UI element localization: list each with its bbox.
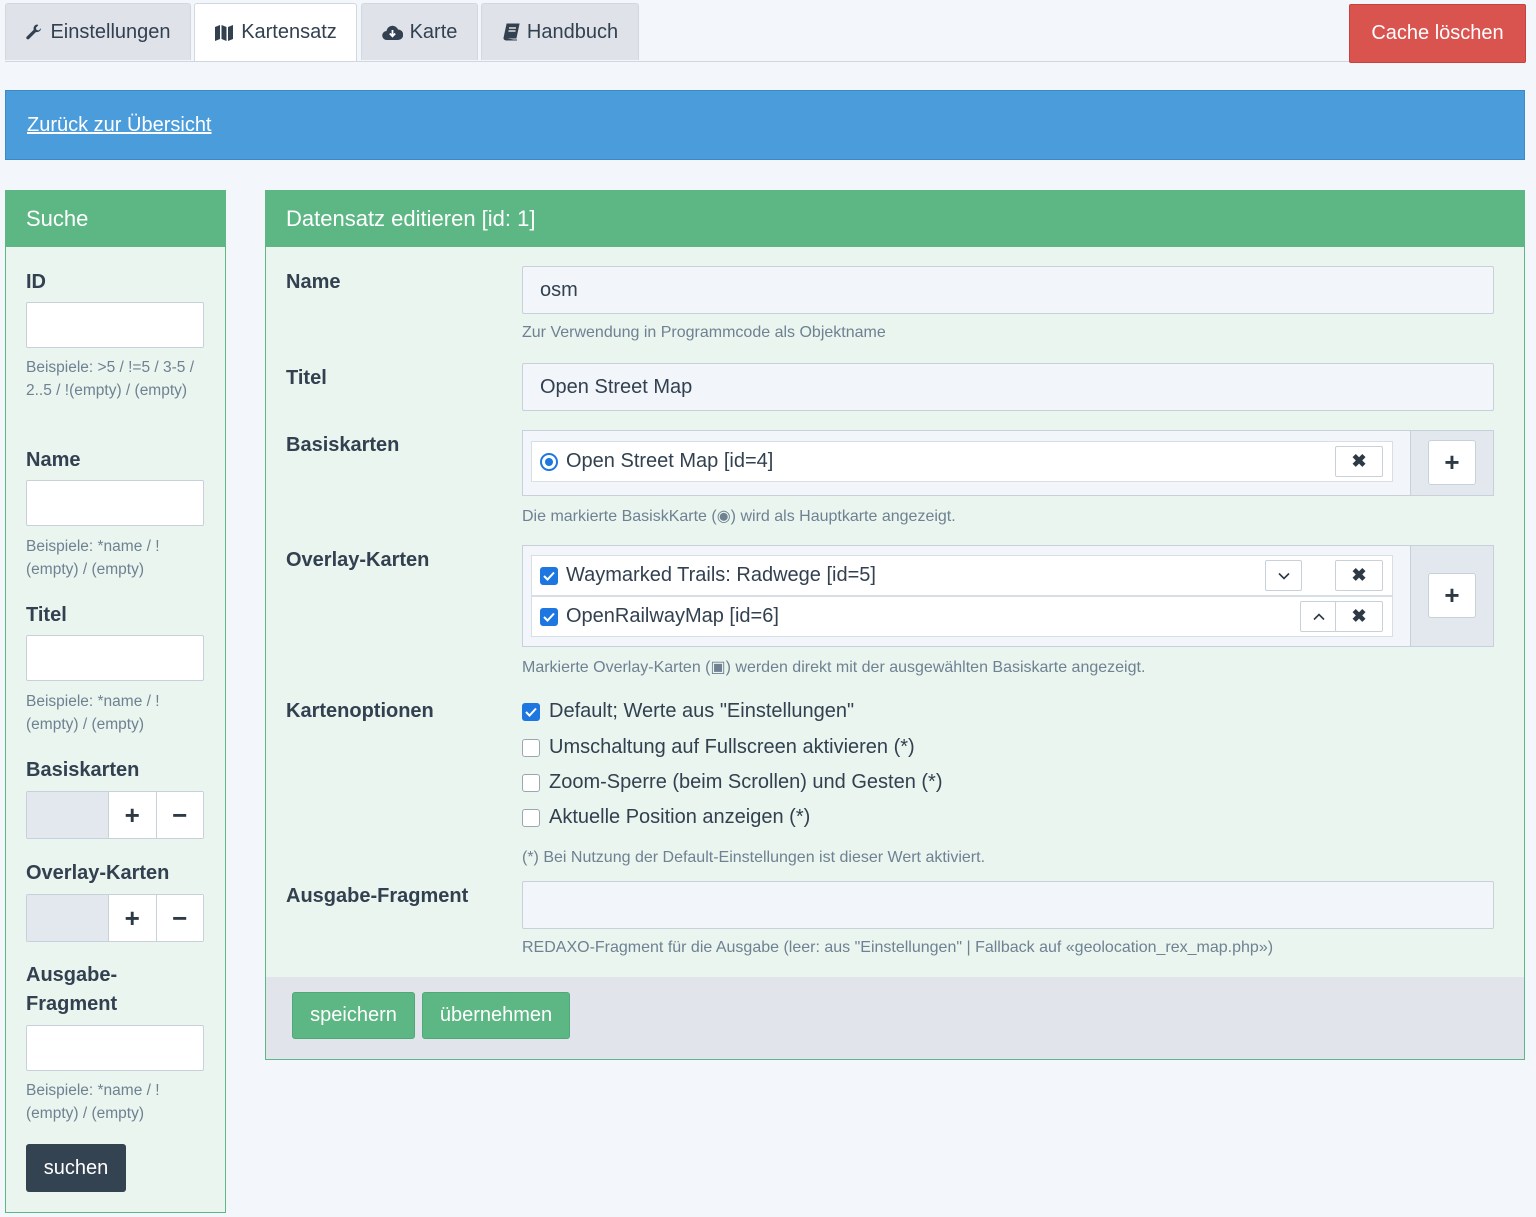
basiskarten-list: Open Street Map [id=4] ✖ (522, 430, 1410, 496)
tab-label: Karte (409, 20, 458, 43)
option-checkbox[interactable] (522, 773, 540, 792)
wrench-icon (25, 23, 43, 41)
search-fragment-help: Beispiele: *name / !(empty) / (empty) (26, 1082, 160, 1122)
overlay-list: Waymarked Trails: Radwege [id=5] ✖ OpenR… (522, 545, 1410, 647)
option-checkbox[interactable] (522, 702, 540, 721)
basiskarten-item: Open Street Map [id=4] ✖ (531, 441, 1393, 482)
form-footer: speichern übernehmen (266, 977, 1524, 1059)
apply-button[interactable]: übernehmen (422, 992, 570, 1039)
search-titel-help: Beispiele: *name / !(empty) / (empty) (26, 693, 160, 733)
tab-karte[interactable]: Karte (361, 3, 478, 60)
name-help: Zur Verwendung in Programmcode als Objek… (522, 324, 886, 341)
remove-icon[interactable]: ✖ (1335, 446, 1383, 477)
basiskarten-label: Basiskarten (286, 434, 400, 456)
titel-input[interactable]: Open Street Map (522, 363, 1494, 411)
save-button[interactable]: speichern (292, 992, 415, 1039)
search-basiskarten-select: + − (26, 791, 204, 839)
tab-label: Einstellungen (50, 20, 171, 43)
search-basiskarten-label: Basiskarten (26, 759, 140, 781)
add-basiskarte-button[interactable]: + (1428, 440, 1476, 485)
search-titel-label: Titel (26, 604, 67, 626)
option-default[interactable]: Default; Werte aus "Einstellungen" (522, 700, 854, 723)
minus-icon[interactable]: − (155, 792, 203, 838)
option-label: Aktuelle Position anzeigen (*) (549, 806, 811, 828)
overlay-label: Overlay-Karten (286, 549, 430, 571)
search-basiskarten-field[interactable] (27, 792, 109, 838)
move-down-icon[interactable] (1265, 560, 1302, 591)
plus-icon[interactable]: + (109, 792, 156, 838)
search-panel: Suche ID Beispiele: >5 / !=5 / 3-5 / 2..… (5, 190, 226, 1213)
search-id-label: ID (26, 271, 46, 293)
remove-icon[interactable]: ✖ (1335, 560, 1383, 591)
search-overlay-select: + − (26, 894, 204, 942)
fragment-input[interactable] (522, 881, 1494, 929)
search-titel-input[interactable] (26, 635, 204, 681)
tab-bar: Einstellungen Kartensatz Karte Handbuch (5, 3, 1526, 62)
tab-label: Kartensatz (241, 21, 337, 43)
search-panel-title: Suche (6, 191, 225, 247)
cache-clear-button[interactable]: Cache löschen (1349, 4, 1526, 63)
tab-label: Handbuch (526, 20, 619, 43)
search-fragment-label: Ausgabe-Fragment (26, 964, 118, 1015)
basiskarten-help: Die markierte BasiskKarte (◉) wird als H… (522, 508, 956, 525)
tab-handbuch[interactable]: Handbuch (481, 3, 639, 60)
map-icon (214, 24, 234, 42)
overlay-help: Markierte Overlay-Karten (▣) werden dire… (522, 659, 1146, 676)
move-up-icon[interactable] (1300, 601, 1337, 632)
search-submit-button[interactable]: suchen (26, 1144, 126, 1192)
edit-panel: Datensatz editieren [id: 1] Name osm Zur… (265, 190, 1525, 1060)
overlay-item: Waymarked Trails: Radwege [id=5] ✖ (531, 555, 1393, 596)
cloud-download-icon (381, 24, 403, 41)
overlay-checkbox[interactable] (540, 607, 558, 626)
tab-einstellungen[interactable]: Einstellungen (5, 3, 191, 60)
option-label: Umschaltung auf Fullscreen aktivieren (*… (549, 736, 915, 758)
overlay-item: OpenRailwayMap [id=6] ✖ (531, 596, 1393, 637)
back-to-overview-link[interactable]: Zurück zur Übersicht (27, 114, 212, 137)
option-checkbox[interactable] (522, 808, 540, 827)
search-name-label: Name (26, 449, 81, 471)
minus-icon[interactable]: − (155, 895, 203, 941)
search-id-help: Beispiele: >5 / !=5 / 3-5 / 2..5 / !(emp… (26, 359, 195, 399)
titel-label: Titel (286, 367, 327, 389)
plus-icon[interactable]: + (109, 895, 156, 941)
option-checkbox[interactable] (522, 738, 540, 757)
tab-kartensatz[interactable]: Kartensatz (194, 3, 357, 61)
fragment-help: REDAXO-Fragment für die Ausgabe (leer: a… (522, 939, 1274, 956)
search-overlay-field[interactable] (27, 895, 109, 941)
options-label: Kartenoptionen (286, 700, 434, 722)
search-name-input[interactable] (26, 480, 204, 526)
fragment-label: Ausgabe-Fragment (286, 885, 469, 907)
overlay-checkbox[interactable] (540, 566, 558, 585)
back-bar: Zurück zur Übersicht (5, 90, 1525, 160)
search-fragment-input[interactable] (26, 1025, 204, 1071)
overlay-item-label: Waymarked Trails: Radwege [id=5] (566, 564, 876, 586)
basiskarten-add-area: + (1410, 430, 1494, 496)
option-fullscreen[interactable]: Umschaltung auf Fullscreen aktivieren (*… (522, 736, 915, 759)
name-input[interactable]: osm (522, 266, 1494, 314)
overlay-add-area: + (1410, 545, 1494, 647)
search-id-input[interactable] (26, 302, 204, 348)
add-overlay-button[interactable]: + (1428, 573, 1476, 618)
basiskarten-item-label: Open Street Map [id=4] (566, 450, 774, 472)
remove-icon[interactable]: ✖ (1335, 601, 1383, 632)
overlay-item-label: OpenRailwayMap [id=6] (566, 605, 779, 627)
edit-panel-title: Datensatz editieren [id: 1] (266, 191, 1524, 247)
option-position[interactable]: Aktuelle Position anzeigen (*) (522, 806, 810, 829)
main-map-radio[interactable] (540, 452, 558, 471)
options-help: (*) Bei Nutzung der Default-Einstellunge… (522, 849, 986, 866)
search-name-help: Beispiele: *name / !(empty) / (empty) (26, 538, 160, 578)
name-label: Name (286, 271, 341, 293)
search-overlay-label: Overlay-Karten (26, 862, 170, 884)
option-label: Zoom-Sperre (beim Scrollen) und Gesten (… (549, 771, 943, 793)
option-zoom-lock[interactable]: Zoom-Sperre (beim Scrollen) und Gesten (… (522, 771, 942, 794)
option-label: Default; Werte aus "Einstellungen" (549, 700, 855, 722)
book-icon (502, 23, 520, 41)
